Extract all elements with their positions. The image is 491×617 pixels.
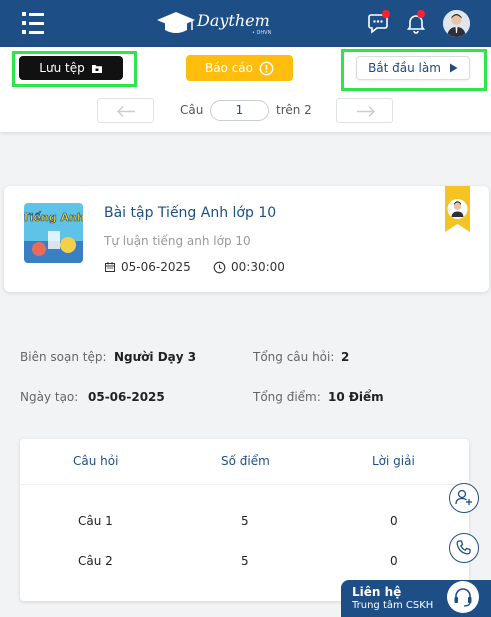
- question-total-label: trên 2: [276, 103, 312, 117]
- row2-score: 5: [241, 554, 249, 568]
- col-question-header: Câu hỏi: [73, 454, 119, 468]
- app-root: Daythem • DHVN Lưu tệp Báo cáo Bắt đầu l…: [0, 0, 491, 617]
- next-question-button[interactable]: [336, 98, 393, 123]
- phone-icon: [456, 540, 471, 555]
- arrow-left-icon: [117, 106, 135, 117]
- question-number-input[interactable]: 1: [210, 100, 269, 121]
- headset-icon: [447, 581, 479, 613]
- add-user-icon: [455, 489, 472, 505]
- total-questions-value: 2: [341, 350, 350, 364]
- save-button-label: Lưu tệp: [39, 61, 85, 75]
- chat-notification-dot: [382, 10, 390, 18]
- row1-question: Câu 1: [78, 514, 113, 528]
- calendar-icon: [105, 262, 115, 272]
- author-label: Biên soạn tệp:: [20, 350, 107, 364]
- action-toolbar: Lưu tệp Báo cáo Bắt đầu làm Câu 1 trên 2: [0, 47, 491, 132]
- assignment-card[interactable]: Tiếng Anh Bài tập Tiếng Anh lớp 10 Tự lu…: [4, 186, 489, 292]
- top-navbar: Daythem • DHVN: [0, 0, 491, 47]
- prev-question-button[interactable]: [97, 98, 154, 123]
- graduation-cap-icon: [157, 12, 195, 33]
- start-quiz-button[interactable]: Bắt đầu làm: [356, 56, 470, 80]
- brand-subtext: • DHVN: [252, 30, 272, 36]
- assignment-subtitle: Tự luận tiếng anh lớp 10: [104, 234, 251, 248]
- site-logo[interactable]: Daythem • DHVN: [155, 10, 280, 38]
- assignment-duration: 00:30:00: [213, 260, 285, 274]
- folder-icon: [91, 64, 102, 73]
- contact-title: Liên hệ: [352, 585, 402, 599]
- author-value: Người Dạy 3: [114, 350, 197, 364]
- user-avatar[interactable]: [443, 10, 470, 37]
- cover-title-text: Tiếng Anh: [24, 211, 83, 224]
- total-questions-label: Tổng câu hỏi:: [253, 350, 335, 364]
- start-button-label: Bắt đầu làm: [368, 61, 441, 75]
- assignment-title[interactable]: Bài tập Tiếng Anh lớp 10: [104, 205, 276, 221]
- row1-solution: 0: [390, 514, 398, 528]
- col-score-header: Số điểm: [221, 454, 270, 468]
- assignment-date: 05-06-2025: [104, 260, 191, 274]
- questions-table: Câu hỏi Số điểm Lời giải Câu 1 5 0 Câu 2…: [20, 439, 469, 601]
- created-date-label: Ngày tạo:: [20, 390, 79, 404]
- report-button[interactable]: Báo cáo: [186, 55, 293, 81]
- total-score-label: Tổng điểm:: [253, 390, 321, 404]
- customer-support-widget[interactable]: Liên hệ Trung tâm CSKH: [341, 580, 491, 617]
- warning-circle-icon: [259, 61, 274, 75]
- contact-subtitle: Trung tâm CSKH: [352, 600, 434, 611]
- total-score-value: 10 Điểm: [328, 390, 384, 404]
- bell-notification-dot: [417, 10, 425, 18]
- col-solution-header: Lời giải: [372, 454, 415, 468]
- created-date-value: 05-06-2025: [88, 390, 165, 404]
- assignment-date-value: 05-06-2025: [121, 260, 191, 274]
- table-header: Câu hỏi Số điểm Lời giải: [20, 439, 469, 485]
- play-icon: [449, 63, 458, 73]
- book-cover-image: Tiếng Anh: [24, 203, 83, 263]
- author-ribbon-badge: [445, 186, 470, 232]
- call-button[interactable]: [449, 533, 479, 563]
- assignment-duration-value: 00:30:00: [231, 260, 285, 274]
- row2-solution: 0: [390, 554, 398, 568]
- menu-icon[interactable]: [22, 12, 44, 34]
- save-file-button[interactable]: Lưu tệp: [19, 56, 123, 80]
- row1-score: 5: [241, 514, 249, 528]
- report-button-label: Báo cáo: [204, 61, 254, 75]
- row2-question: Câu 2: [78, 554, 113, 568]
- brand-name: Daythem: [197, 11, 270, 30]
- chat-icon[interactable]: [367, 10, 391, 35]
- arrow-right-icon: [357, 106, 375, 117]
- bell-icon[interactable]: [404, 10, 428, 35]
- clock-icon: [213, 261, 226, 273]
- question-label: Câu: [180, 103, 204, 117]
- add-user-button[interactable]: [449, 483, 479, 513]
